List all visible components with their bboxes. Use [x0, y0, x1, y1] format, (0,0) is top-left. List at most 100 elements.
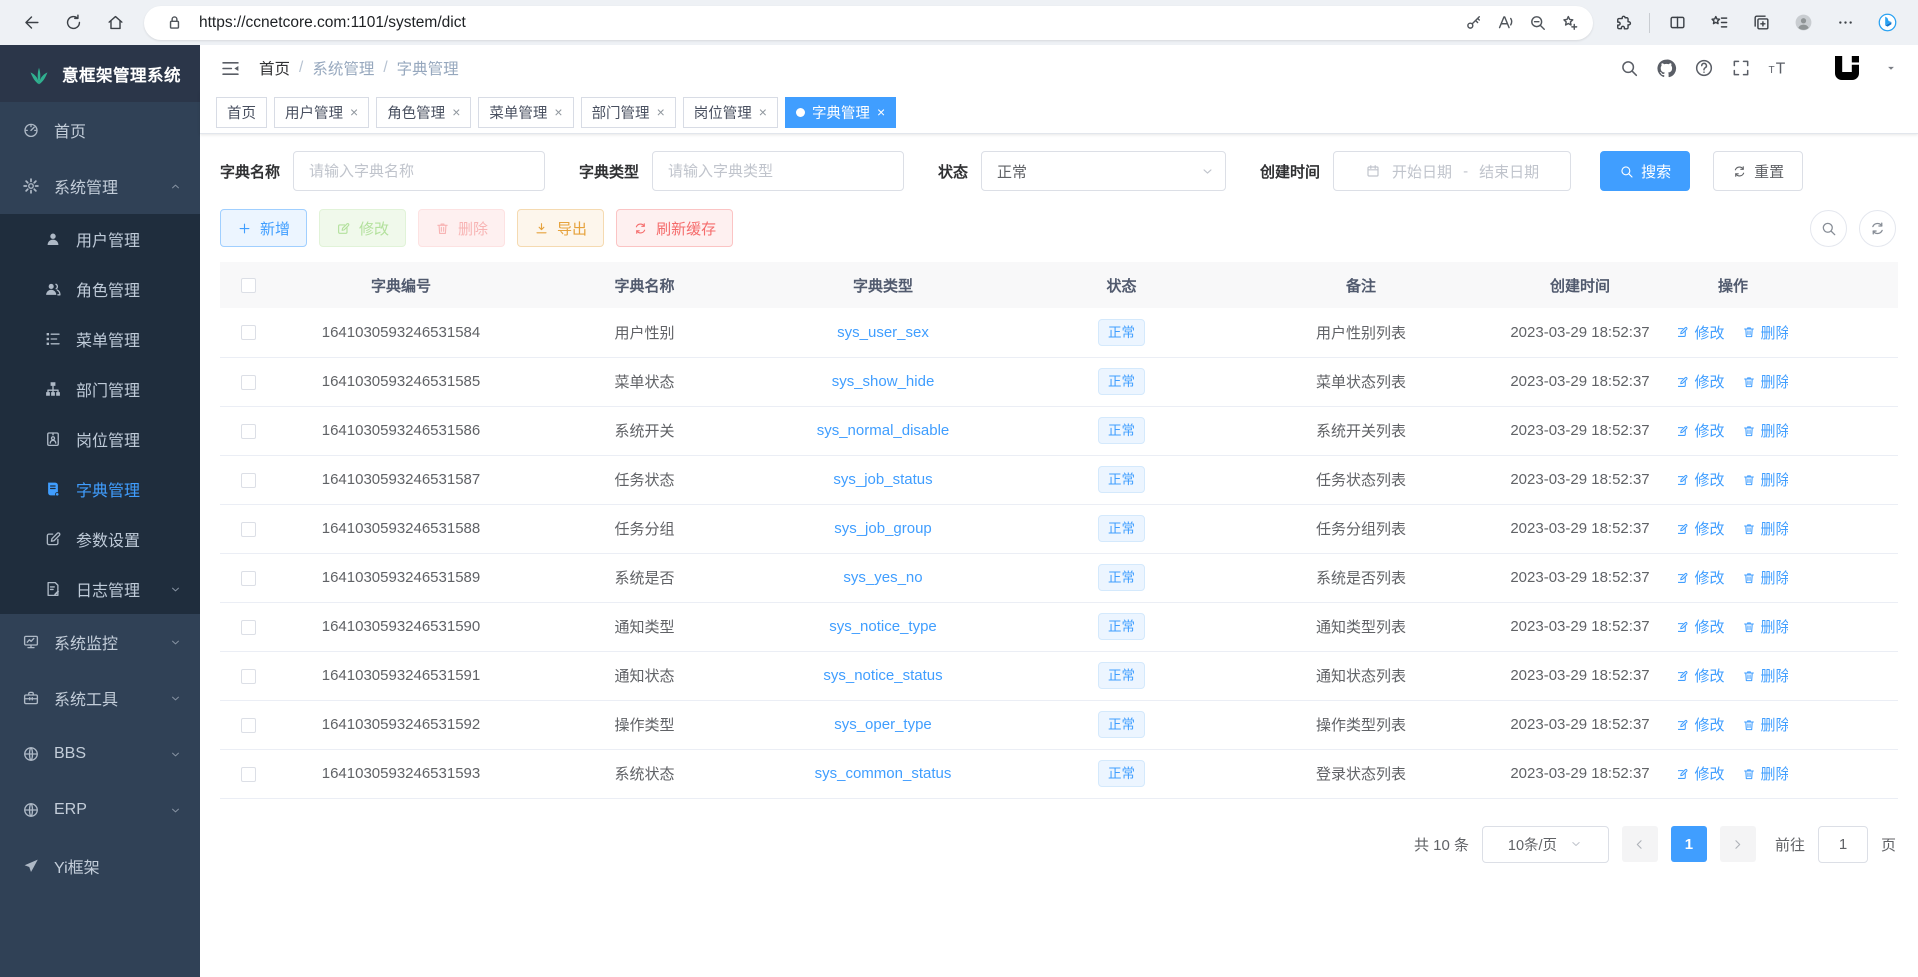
collections-icon[interactable]	[1742, 6, 1780, 40]
goto-page-input[interactable]	[1818, 826, 1868, 863]
sidebar-item-dict[interactable]: 字典管理	[0, 464, 200, 514]
extensions-icon[interactable]	[1603, 6, 1641, 40]
date-range-picker[interactable]: 开始日期 - 结束日期	[1333, 151, 1571, 191]
sidebar-item-bbs[interactable]: BBS	[0, 726, 200, 782]
close-tab-icon[interactable]: ×	[877, 104, 885, 120]
delete-row-button[interactable]: 删除	[1742, 518, 1789, 539]
refresh-cache-button[interactable]: 刷新缓存	[616, 209, 733, 247]
dict-type-link[interactable]: sys_job_group	[834, 520, 932, 537]
sidebar-item-system[interactable]: 系统管理	[0, 158, 200, 214]
breadcrumb-system[interactable]: 系统管理	[312, 57, 374, 79]
tab-post[interactable]: 岗位管理×	[683, 97, 778, 128]
dict-type-link[interactable]: sys_oper_type	[834, 716, 932, 733]
delete-row-button[interactable]: 删除	[1742, 714, 1789, 735]
dict-type-link[interactable]: sys_common_status	[815, 765, 952, 782]
row-checkbox[interactable]	[241, 571, 256, 586]
edit-row-button[interactable]: 修改	[1678, 469, 1725, 490]
favorites-icon[interactable]	[1700, 6, 1738, 40]
status-select[interactable]: 正常	[981, 151, 1226, 191]
delete-row-button[interactable]: 删除	[1742, 763, 1789, 784]
sidebar-item-log[interactable]: 日志管理	[0, 564, 200, 614]
search-toggle-icon[interactable]	[1810, 210, 1847, 247]
edit-row-button[interactable]: 修改	[1678, 371, 1725, 392]
reset-button[interactable]: 重置	[1713, 151, 1803, 191]
refresh-table-icon[interactable]	[1859, 210, 1896, 247]
sidebar-item-dept[interactable]: 部门管理	[0, 364, 200, 414]
edit-row-button[interactable]: 修改	[1678, 518, 1725, 539]
zoom-out-icon[interactable]	[1521, 8, 1553, 38]
delete-row-button[interactable]: 删除	[1742, 567, 1789, 588]
tab-role[interactable]: 角色管理×	[376, 97, 471, 128]
search-icon[interactable]	[1619, 58, 1639, 78]
app-logo[interactable]: 意框架管理系统	[0, 45, 200, 102]
tab-user[interactable]: 用户管理×	[274, 97, 369, 128]
settings-menu-icon[interactable]	[1826, 6, 1864, 40]
delete-button[interactable]: 删除	[418, 209, 505, 247]
dict-name-input[interactable]	[293, 151, 545, 191]
row-checkbox[interactable]	[241, 522, 256, 537]
edit-row-button[interactable]: 修改	[1678, 567, 1725, 588]
breadcrumb-home[interactable]: 首页	[259, 57, 290, 79]
read-aloud-icon[interactable]	[1489, 8, 1521, 38]
sidebar-item-erp[interactable]: ERP	[0, 782, 200, 838]
tab-home[interactable]: 首页	[216, 97, 267, 128]
github-icon[interactable]	[1656, 58, 1677, 79]
select-all-checkbox[interactable]	[241, 278, 256, 293]
dict-type-link[interactable]: sys_user_sex	[837, 324, 929, 341]
delete-row-button[interactable]: 删除	[1742, 616, 1789, 637]
collapse-sidebar-icon[interactable]	[220, 58, 241, 79]
sidebar-item-yi[interactable]: Yi框架	[0, 838, 200, 894]
next-page-button[interactable]	[1720, 826, 1756, 862]
edit-row-button[interactable]: 修改	[1678, 763, 1725, 784]
close-tab-icon[interactable]: ×	[554, 104, 562, 120]
row-checkbox[interactable]	[241, 375, 256, 390]
dict-type-link[interactable]: sys_job_status	[833, 471, 932, 488]
address-bar[interactable]: https://ccnetcore.com:1101/system/dict	[144, 6, 1593, 40]
text-size-icon[interactable]: TT	[1768, 57, 1790, 79]
tab-menu[interactable]: 菜单管理×	[478, 97, 573, 128]
edit-row-button[interactable]: 修改	[1678, 420, 1725, 441]
back-icon[interactable]	[12, 6, 50, 40]
refresh-icon[interactable]	[54, 6, 92, 40]
search-button[interactable]: 搜索	[1600, 151, 1690, 191]
delete-row-button[interactable]: 删除	[1742, 322, 1789, 343]
add-favorite-icon[interactable]	[1553, 8, 1585, 38]
sidebar-item-post[interactable]: 岗位管理	[0, 414, 200, 464]
close-tab-icon[interactable]: ×	[452, 104, 460, 120]
profile-avatar[interactable]	[1784, 6, 1822, 40]
row-checkbox[interactable]	[241, 718, 256, 733]
home-icon[interactable]	[96, 6, 134, 40]
tab-dict[interactable]: 字典管理×	[785, 97, 896, 128]
dict-type-input[interactable]	[652, 151, 904, 191]
dict-type-link[interactable]: sys_notice_type	[829, 618, 937, 635]
row-checkbox[interactable]	[241, 424, 256, 439]
edit-row-button[interactable]: 修改	[1678, 322, 1725, 343]
edit-row-button[interactable]: 修改	[1678, 616, 1725, 637]
dict-type-link[interactable]: sys_show_hide	[832, 373, 935, 390]
tab-dept[interactable]: 部门管理×	[581, 97, 676, 128]
edit-row-button[interactable]: 修改	[1678, 665, 1725, 686]
row-checkbox[interactable]	[241, 767, 256, 782]
delete-row-button[interactable]: 删除	[1742, 665, 1789, 686]
dict-type-link[interactable]: sys_normal_disable	[817, 422, 950, 439]
row-checkbox[interactable]	[241, 325, 256, 340]
chevron-down-icon[interactable]	[1884, 61, 1898, 75]
password-key-icon[interactable]	[1457, 8, 1489, 38]
sidebar-item-monitor[interactable]: 系统监控	[0, 614, 200, 670]
url-text[interactable]: https://ccnetcore.com:1101/system/dict	[190, 14, 1457, 32]
edit-row-button[interactable]: 修改	[1678, 714, 1725, 735]
delete-row-button[interactable]: 删除	[1742, 420, 1789, 441]
split-screen-icon[interactable]	[1658, 6, 1696, 40]
add-button[interactable]: 新增	[220, 209, 307, 247]
delete-row-button[interactable]: 删除	[1742, 469, 1789, 490]
delete-row-button[interactable]: 删除	[1742, 371, 1789, 392]
sidebar-item-role[interactable]: 角色管理	[0, 264, 200, 314]
edit-button[interactable]: 修改	[319, 209, 406, 247]
page-size-select[interactable]: 10条/页	[1482, 826, 1609, 863]
close-tab-icon[interactable]: ×	[657, 104, 665, 120]
prev-page-button[interactable]	[1622, 826, 1658, 862]
row-checkbox[interactable]	[241, 620, 256, 635]
current-page-button[interactable]: 1	[1671, 826, 1707, 862]
row-checkbox[interactable]	[241, 669, 256, 684]
close-tab-icon[interactable]: ×	[350, 104, 358, 120]
